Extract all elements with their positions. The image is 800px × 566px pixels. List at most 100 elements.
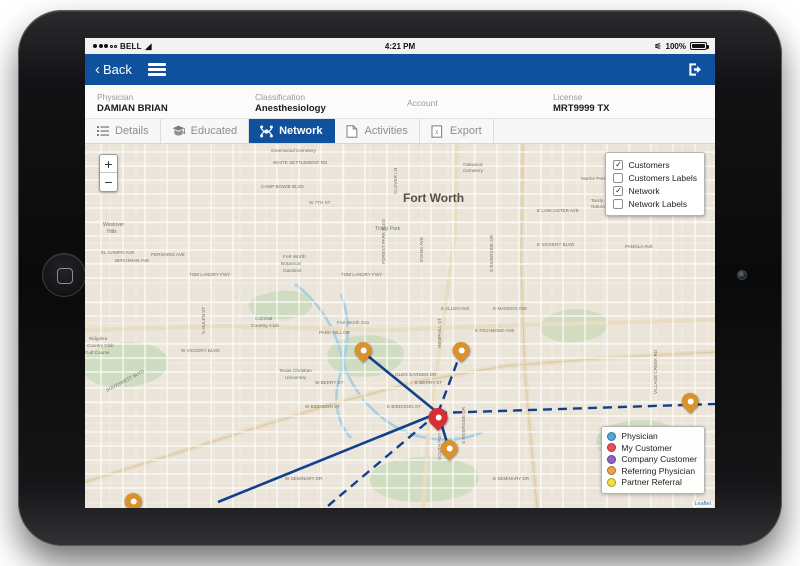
svg-text:Hills: Hills	[107, 229, 117, 235]
layer-toggle-customers-labels[interactable]: Customers Labels	[613, 171, 697, 184]
svg-text:Oakwood: Oakwood	[463, 162, 483, 167]
layer-toggle-network[interactable]: ✓ Network	[613, 184, 697, 197]
svg-text:W BIDDISON ST: W BIDDISON ST	[305, 404, 340, 409]
svg-text:TOM LANDRY FWY: TOM LANDRY FWY	[189, 272, 230, 277]
svg-text:E RICHMOND AVE: E RICHMOND AVE	[475, 328, 514, 333]
info-label-classification: Classification	[255, 91, 306, 102]
layer-label-customers-labels: Customers Labels	[628, 172, 697, 183]
svg-text:PANOLA AVE: PANOLA AVE	[625, 244, 653, 249]
svg-text:E BERRY ST: E BERRY ST	[415, 380, 442, 385]
svg-text:Fort Worth: Fort Worth	[403, 191, 464, 205]
layer-label-network: Network	[628, 185, 660, 196]
svg-text:EL CAMPO AVE: EL CAMPO AVE	[101, 250, 134, 255]
svg-text:Cemetery: Cemetery	[463, 168, 484, 173]
back-button-label: Back	[103, 62, 132, 77]
status-bar: BELL ◢ 4:21 PM ⚟ 100%	[85, 38, 715, 54]
legend-label-physician: Physician	[621, 431, 658, 442]
svg-text:E MADDOX AVE: E MADDOX AVE	[493, 306, 527, 311]
svg-text:W SEMINARY DR: W SEMINARY DR	[285, 476, 323, 481]
svg-text:W BERRY ST: W BERRY ST	[315, 380, 344, 385]
info-field-license: License MRT9999 TX	[541, 92, 701, 115]
referring-pin-s[interactable]	[436, 436, 462, 461]
legend-label-company-customer: Company Customer	[621, 454, 697, 465]
status-bar-time: 4:21 PM	[384, 41, 416, 51]
tab-network[interactable]: Network	[249, 119, 335, 143]
svg-text:TOM LANDRY FWY: TOM LANDRY FWY	[341, 272, 382, 277]
tab-educated[interactable]: Educated	[161, 119, 250, 143]
svg-text:E ALLEN AVE: E ALLEN AVE	[441, 306, 470, 311]
info-value-license: MRT9999 TX	[553, 102, 610, 114]
legend-swatch-company-customer	[607, 454, 617, 464]
svg-text:Fort Worth Zoo: Fort Worth Zoo	[337, 320, 369, 326]
info-label-physician: Physician	[97, 91, 134, 102]
tab-label-export: Export	[449, 125, 482, 137]
legend-item-physician: Physician	[607, 431, 697, 443]
back-button[interactable]: ‹ Back	[95, 62, 132, 77]
zoom-out-button[interactable]: −	[100, 173, 117, 191]
legend-label-referring-physician: Referring Physician	[621, 465, 696, 476]
svg-text:Ridgelea: Ridgelea	[89, 336, 108, 341]
tab-details[interactable]: Details	[85, 119, 161, 143]
logout-icon[interactable]	[686, 60, 705, 79]
svg-text:HEMPHILL ST: HEMPHILL ST	[437, 318, 442, 348]
map-layers-panel[interactable]: ✓ Customers Customers Labels ✓ Network N…	[605, 152, 705, 216]
svg-text:Fort Worth: Fort Worth	[283, 254, 306, 260]
legend-label-partner-referral: Partner Referral	[621, 477, 682, 488]
info-label-license: License	[553, 91, 583, 102]
chevron-left-icon: ‹	[95, 61, 100, 78]
info-field-physician: Physician DAMIAN BRIAN	[85, 92, 243, 115]
layer-toggle-customers[interactable]: ✓ Customers	[613, 158, 697, 171]
checkbox-checked-icon[interactable]: ✓	[613, 185, 624, 196]
svg-text:University: University	[285, 375, 307, 381]
tab-bar: Details Educated Network Activities x Ex…	[85, 119, 715, 144]
legend-swatch-my-customer	[607, 443, 617, 453]
svg-text:BIRCHMAN AVE: BIRCHMAN AVE	[115, 258, 149, 263]
checkbox-unchecked-icon[interactable]	[613, 172, 624, 183]
home-button[interactable]	[42, 253, 86, 297]
svg-text:Greenwood Cemetery: Greenwood Cemetery	[271, 148, 317, 153]
front-camera-icon	[737, 270, 747, 280]
svg-text:WHITE SETTLEMENT RD: WHITE SETTLEMENT RD	[273, 160, 328, 165]
center-physician-pin[interactable]	[424, 404, 452, 431]
svg-text:Country Club: Country Club	[87, 343, 114, 348]
referring-pin-e[interactable]	[677, 389, 703, 414]
map-zoom-control[interactable]: + −	[99, 154, 118, 192]
map-legend: Physician My Customer Company Customer R…	[601, 425, 705, 494]
svg-text:S HULEN ST: S HULEN ST	[201, 307, 206, 334]
layer-label-network-labels: Network Labels	[628, 198, 688, 209]
tab-activities[interactable]: Activities	[335, 119, 420, 143]
svg-text:FOREST PARK BLVD: FOREST PARK BLVD	[381, 218, 386, 264]
svg-text:Colonial: Colonial	[255, 316, 272, 322]
svg-text:Marine Park: Marine Park	[581, 176, 606, 181]
network-map[interactable]: Fort Worth W 7TH ST WHITE SETTLEMENT RD …	[85, 144, 715, 508]
info-value-classification: Anesthesiology	[255, 102, 326, 114]
layer-toggle-network-labels[interactable]: Network Labels	[613, 197, 697, 210]
svg-text:Westover: Westover	[103, 222, 124, 228]
info-field-classification: Classification Anesthesiology	[243, 92, 395, 115]
legend-item-partner-referral: Partner Referral	[607, 477, 697, 489]
legend-item-company-customer: Company Customer	[607, 454, 697, 466]
svg-text:Gardens: Gardens	[283, 268, 302, 274]
legend-item-referring-physician: Referring Physician	[607, 465, 697, 477]
svg-text:Texas Christian: Texas Christian	[279, 368, 312, 374]
battery-full-icon	[690, 42, 709, 50]
svg-text:VILLAGE CREEK RD: VILLAGE CREEK RD	[653, 349, 658, 394]
legend-label-my-customer: My Customer	[621, 442, 672, 453]
svg-text:x: x	[435, 128, 439, 136]
referring-pin-w[interactable]	[120, 489, 146, 508]
svg-text:E VICKERY BLVD: E VICKERY BLVD	[537, 242, 575, 247]
referring-pin-nw[interactable]	[350, 338, 376, 363]
zoom-in-button[interactable]: +	[100, 155, 117, 173]
svg-text:Trinity Park: Trinity Park	[375, 226, 401, 232]
svg-text:EVANS AVE: EVANS AVE	[419, 237, 424, 262]
checkbox-checked-icon[interactable]: ✓	[613, 159, 624, 170]
tablet-screen: BELL ◢ 4:21 PM ⚟ 100% ‹ Back Physician D…	[85, 38, 715, 508]
hamburger-menu-icon[interactable]	[147, 63, 166, 76]
svg-text:S RIVERSIDE DR: S RIVERSIDE DR	[489, 234, 494, 272]
referring-pin-n[interactable]	[448, 338, 474, 363]
tab-export[interactable]: x Export	[420, 119, 494, 143]
svg-text:Golf Course: Golf Course	[85, 350, 110, 355]
checkbox-unchecked-icon[interactable]	[613, 198, 624, 209]
info-value-physician: DAMIAN BRIAN	[97, 102, 168, 114]
map-attribution[interactable]: Leaflet	[692, 501, 713, 507]
